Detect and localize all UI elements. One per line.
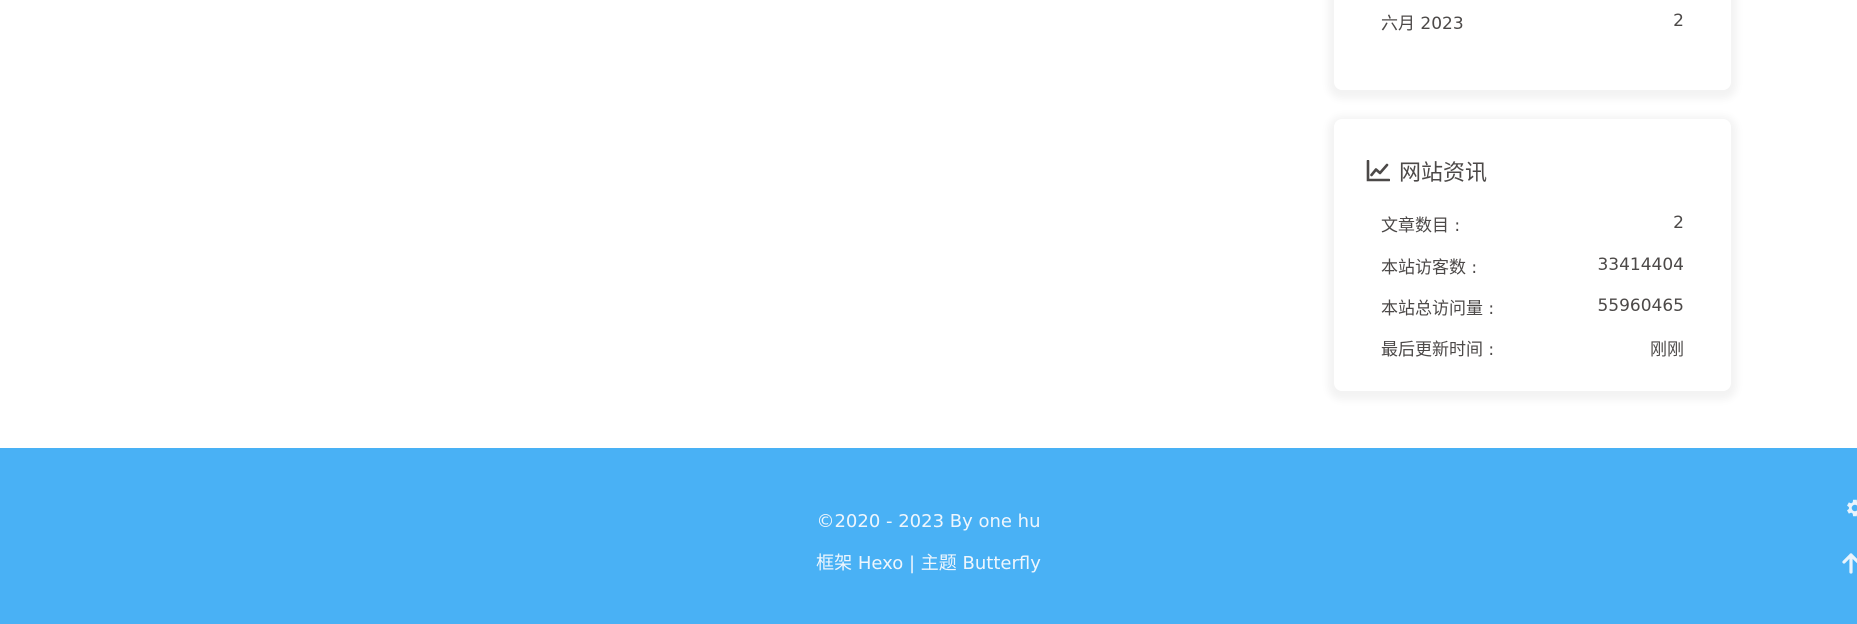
site-info-card: 网站资讯 文章数目 : 2 本站访客数 : 33414404 本站总访问量 : … [1334,119,1731,391]
site-info-row-visitors: 本站访客数 : 33414404 [1381,250,1684,280]
settings-button[interactable] [1827,493,1857,523]
row-label: 本站访客数 : [1381,257,1478,278]
footer-copyright: ©2020 - 2023 By one hu [816,511,1041,532]
row-value: 33414404 [1597,255,1684,275]
hexo-link[interactable]: Hexo [858,553,903,574]
footer-separator: | [908,553,916,574]
site-info-row-pageviews: 本站总访问量 : 55960465 [1381,291,1684,321]
site-info-title: 网站资讯 [1399,161,1488,186]
row-value: 2 [1673,213,1684,233]
site-info-headline: 网站资讯 [1366,155,1487,187]
gear-icon [1847,499,1857,517]
site-info-row-posts: 文章数目 : 2 [1381,208,1684,238]
archive-card: 六月 2023 2 [1334,0,1731,90]
theme-prefix: 主题 [920,553,957,574]
row-value: 刚刚 [1650,339,1684,360]
archive-item-count: 2 [1673,11,1684,31]
archive-item[interactable]: 六月 2023 2 [1381,6,1684,36]
archive-item-label: 六月 2023 [1381,13,1464,34]
framework-prefix: 框架 [816,553,853,574]
butterfly-link[interactable]: Butterfly [963,553,1041,574]
row-value: 55960465 [1597,296,1684,316]
row-label: 本站总访问量 : [1381,298,1495,319]
arrow-up-icon [1842,553,1857,574]
footer-framework: 框架 Hexo | 主题 Butterfly [0,549,1857,575]
back-to-top-button[interactable] [1827,548,1857,578]
row-label: 文章数目 : [1381,215,1461,236]
site-info-row-last-update: 最后更新时间 : 刚刚 [1381,332,1684,362]
row-label: 最后更新时间 : [1381,339,1495,360]
site-footer: ©2020 - 2023 By one hu 框架 Hexo | 主题 Butt… [0,448,1857,624]
chart-line-icon [1366,160,1390,182]
